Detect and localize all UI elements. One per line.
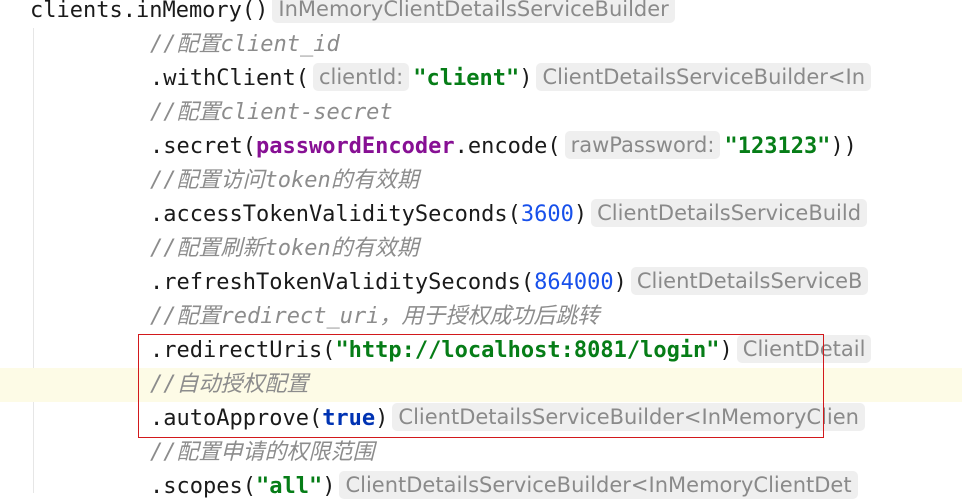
code-comment: //配置redirect_uri，用于授权成功后跳转 [150,304,600,329]
type-hint: ClientDetailsServiceBuild [591,199,868,227]
code-comment: //配置访问token的有效期 [150,168,419,193]
code-line-refresh-token[interactable]: .refreshTokenValiditySeconds(864000) Clie… [0,266,962,300]
code-line-secret[interactable]: .secret(passwordEncoder.encode(rawPasswo… [0,130,962,164]
code-comment: //配置申请的权限范围 [150,440,375,465]
method-call: .withClient( [150,66,309,91]
code-line-comment-scopes[interactable]: //配置申请的权限范围 [0,436,962,470]
string-literal: "123123" [724,134,831,159]
paren: ) [322,474,336,499]
method-call: .accessTokenValiditySeconds( [150,202,521,227]
method-call: .scopes( [150,474,256,499]
paren: ) [573,202,588,227]
string-literal: "all" [255,474,323,499]
method-call: .secret( [150,134,256,159]
field-reference: passwordEncoder [255,134,455,159]
code-line-inmemory[interactable]: clients.inMemory() InMemoryClientDetailsS… [0,0,962,28]
code-line-access-token[interactable]: .accessTokenValiditySeconds(3600) ClientD… [0,198,962,232]
type-hint: ClientDetailsServiceBuilder<In [536,63,872,91]
code-line-comment-client-id[interactable]: //配置client_id [0,28,962,62]
code-comment: //配置client_id [150,32,340,57]
code-line-with-client[interactable]: .withClient(clientId: "client") ClientDeta… [0,62,962,96]
code-line-scopes[interactable]: .scopes("all") ClientDetailsServiceBuilde… [0,470,962,504]
param-hint: clientId: [312,63,410,91]
code-comment: //配置client-secret [150,100,393,125]
method-call: .encode( [454,134,561,159]
paren: ) [613,270,627,295]
number-literal: 864000 [534,270,614,295]
code-line-comment-secret[interactable]: //配置client-secret [0,96,962,130]
type-hint: ClientDetailsServiceBuilder<InMemoryClie… [339,471,858,499]
code-comment: //配置刷新token的有效期 [150,236,419,261]
code-editor[interactable]: clients.inMemory() InMemoryClientDetailsS… [0,0,962,499]
red-highlight-box [138,334,824,438]
param-hint: rawPassword: [564,131,721,159]
number-literal: 3600 [520,202,574,227]
type-hint: ClientDetailsServiceB [630,267,869,295]
code-line-comment-redirect[interactable]: //配置redirect_uri，用于授权成功后跳转 [0,300,962,334]
type-hint: InMemoryClientDetailsServiceBuilder [272,0,675,23]
string-literal: "client" [413,66,520,91]
paren: ) [519,66,533,91]
paren: )) [830,134,857,159]
code-line-comment-refresh-token[interactable]: //配置刷新token的有效期 [0,232,962,266]
method-call: .refreshTokenValiditySeconds( [150,270,535,295]
code-text: clients.inMemory() [30,0,269,23]
code-line-comment-access-token[interactable]: //配置访问token的有效期 [0,164,962,198]
